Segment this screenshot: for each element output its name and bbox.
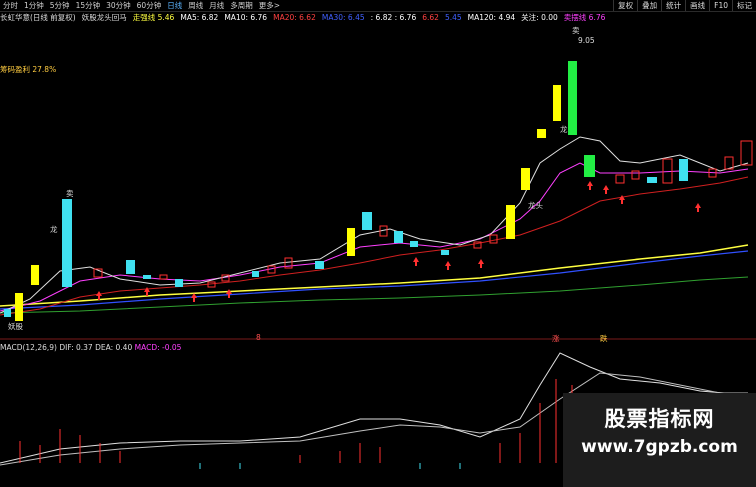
sell-mark: 卖 [572, 26, 580, 35]
mark-button[interactable]: 标记 [732, 0, 756, 11]
watermark-url: www.7gpzb.com [581, 437, 738, 457]
period-tab[interactable]: 30分钟 [103, 0, 134, 11]
ma-extra-value: 5.45 [444, 13, 462, 22]
stock-name: 长虹华意(日线 前复权) [0, 13, 76, 22]
ma10-value: MA10: 6.76 [224, 13, 268, 22]
ma5-value: MA5: 6.82 [180, 13, 219, 22]
ma60-value: : 6.82 : 6.76 [370, 13, 417, 22]
period-tab[interactable]: 分时 [0, 0, 21, 11]
ma120-value: MA120: 4.94 [467, 13, 516, 22]
buy-mark-label: 妖股 [8, 322, 23, 331]
period-tab[interactable]: 1分钟 [21, 0, 47, 11]
dragon-mark: 龙 [50, 225, 58, 234]
macd-histogram-negative [199, 463, 461, 469]
macd-info-bar: MACD(12,26,9) DIF: 0.37 DEA: 0.40 MACD: … [0, 343, 181, 352]
period-tab[interactable]: 60分钟 [134, 0, 165, 11]
period-tab[interactable]: 月线 [206, 0, 227, 11]
ma30-value: MA30: 6.45 [321, 13, 365, 22]
watch-value: 关注: 0.00 [521, 13, 558, 22]
draw-line-button[interactable]: 画线 [685, 0, 709, 11]
high-price-label: 9.05 [578, 36, 595, 45]
macd-label[interactable]: MACD(12,26,9) [0, 343, 57, 352]
indicator-name[interactable]: 妖股龙头回马 [82, 12, 127, 23]
bottom-tag: 8 [256, 333, 261, 342]
period-tab[interactable]: 15分钟 [73, 0, 104, 11]
ma120-line [0, 276, 749, 314]
ma90-value: 6.62 [422, 13, 439, 22]
period-tab[interactable]: 周线 [185, 0, 206, 11]
overlay-button[interactable]: 叠加 [637, 0, 661, 11]
period-tab-daily[interactable]: 日线 [164, 0, 185, 11]
bottom-tag: 涨 [552, 334, 560, 343]
ma10-line [0, 162, 749, 312]
dragon-head-mark: 龙头 [528, 201, 543, 210]
ma20-value: MA20: 6.62 [273, 13, 316, 22]
sell-mark-2: 卖 [66, 189, 74, 198]
period-tab[interactable]: 多周期 [227, 0, 256, 11]
strong-line-value: 走强线 5.46 [132, 13, 175, 22]
indicator-info-bar: 长虹华意(日线 前复权) 妖股龙头回马 走强线 5.46 MA5: 6.82 M… [0, 12, 756, 23]
macd-dif: DIF: 0.37 [59, 343, 93, 352]
dragon-mark-2: 龙 [560, 125, 568, 134]
macd-dea: DEA: 0.40 [95, 343, 133, 352]
f10-button[interactable]: F10 [709, 0, 732, 11]
tall-cyan-candle [62, 199, 72, 287]
chip-profit-label: 筹码盈利 27.8% [0, 65, 57, 74]
watermark-box: 股票指标网 www.7gpzb.com [563, 393, 756, 487]
bottom-tag: 跌 [600, 334, 608, 343]
sell-line-value: 卖摆线 6.76 [563, 13, 606, 22]
period-tab[interactable]: 5分钟 [47, 0, 73, 11]
restore-rights-button[interactable]: 复权 [613, 0, 637, 11]
peak-green-candle [568, 61, 577, 135]
candles [4, 61, 753, 321]
macd-value: MACD: -0.05 [134, 343, 182, 352]
period-toolbar: 分时 1分钟 5分钟 15分钟 30分钟 60分钟 日线 周线 月线 多周期 更… [0, 0, 756, 12]
stats-button[interactable]: 统计 [661, 0, 685, 11]
more-periods-tab[interactable]: 更多> [256, 0, 283, 11]
toolbar-right-buttons: 复权 叠加 统计 画线 F10 标记 [613, 0, 756, 11]
watermark-title: 股票指标网 [604, 407, 715, 431]
